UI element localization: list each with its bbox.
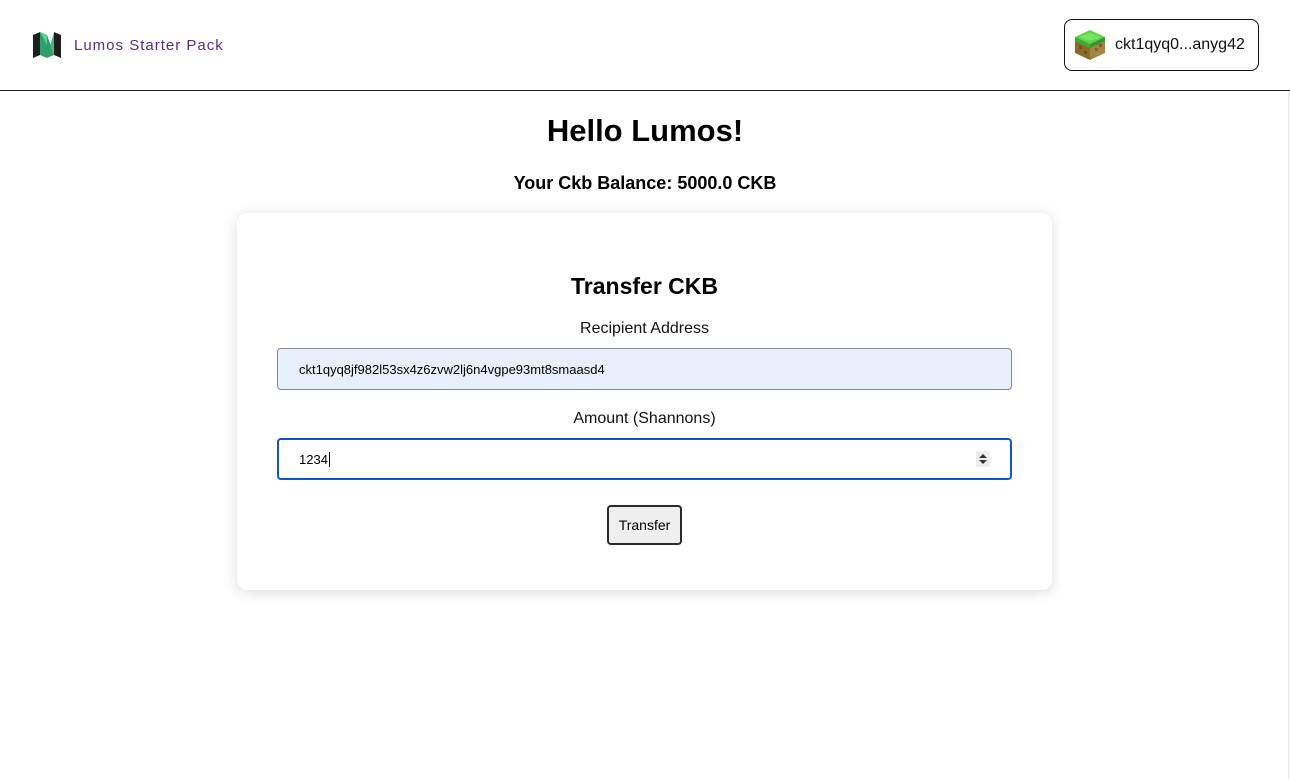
brand[interactable]: Lumos Starter Pack xyxy=(32,31,224,59)
balance-text: Your Ckb Balance: 5000.0 CKB xyxy=(513,173,777,193)
number-stepper[interactable] xyxy=(976,451,990,467)
stepper-up-icon[interactable] xyxy=(979,454,987,458)
recipient-address-value: ckt1qyq8jf982l53sx4z6zvw2lj6n4vgpe93mt8s… xyxy=(299,361,605,377)
amount-label: Amount (Shannons) xyxy=(573,410,716,427)
recipient-address-label: Recipient Address xyxy=(580,320,709,337)
brand-name: Lumos Starter Pack xyxy=(74,36,224,54)
text-caret xyxy=(328,451,330,467)
lumos-logo-icon xyxy=(33,32,61,58)
scrollbar-edge xyxy=(1288,91,1289,779)
app-header: Lumos Starter Pack ckt1qyq0...anyg42 xyxy=(0,0,1290,91)
wallet-address: ckt1qyq0...anyg42 xyxy=(1115,36,1245,53)
transfer-card: Transfer CKB Recipient Address ckt1qyq8j… xyxy=(237,213,1052,590)
stepper-down-icon[interactable] xyxy=(979,460,987,464)
amount-value: 1234 xyxy=(299,451,328,467)
transfer-title: Transfer CKB xyxy=(571,273,718,299)
wallet-account-button[interactable]: ckt1qyq0...anyg42 xyxy=(1064,19,1259,71)
grass-block-avatar-icon xyxy=(1075,30,1105,60)
amount-input[interactable]: 1234 xyxy=(277,438,1012,480)
transfer-button[interactable]: Transfer xyxy=(607,505,682,545)
page-title: Hello Lumos! xyxy=(546,113,744,148)
recipient-address-input[interactable]: ckt1qyq8jf982l53sx4z6zvw2lj6n4vgpe93mt8s… xyxy=(277,348,1012,390)
